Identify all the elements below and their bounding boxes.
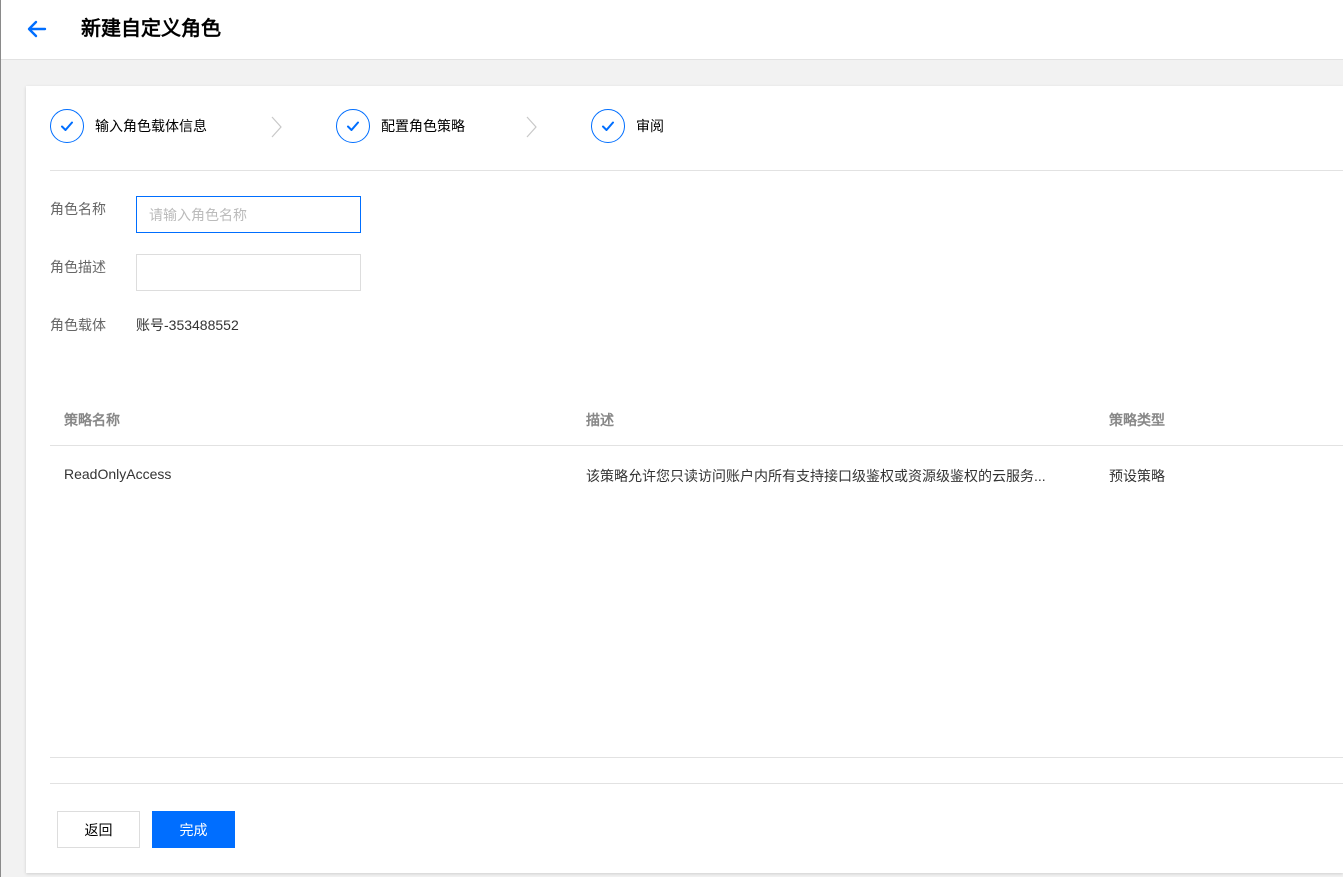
step-1-label: 输入角色载体信息: [95, 118, 207, 134]
step-2-label: 配置角色策略: [381, 118, 465, 134]
step-3-label: 审阅: [636, 118, 664, 134]
check-icon: [50, 109, 84, 143]
role-carrier-value: 账号-353488552: [136, 317, 239, 333]
page-title: 新建自定义角色: [81, 18, 221, 40]
column-header-policy-type: 策略类型: [1109, 412, 1165, 428]
check-icon: [591, 109, 625, 143]
page-header: 新建自定义角色: [1, 0, 1343, 60]
role-name-input[interactable]: [136, 196, 361, 233]
chevron-right-icon: [269, 116, 283, 138]
role-desc-input[interactable]: [136, 254, 361, 291]
window-left-border: [0, 0, 1, 877]
step-2: 配置角色策略: [336, 108, 465, 144]
divider: [50, 170, 1343, 171]
column-header-policy-name: 策略名称: [64, 412, 120, 428]
step-indicator: 输入角色载体信息 配置角色策略 审阅: [50, 108, 1250, 144]
column-header-description: 描述: [586, 412, 614, 428]
divider: [50, 783, 1343, 784]
arrow-left-icon[interactable]: [25, 17, 49, 41]
check-icon: [336, 109, 370, 143]
divider: [50, 757, 1343, 758]
role-name-label: 角色名称: [50, 201, 106, 217]
policy-name-cell: ReadOnlyAccess: [64, 466, 172, 482]
step-3: 审阅: [591, 108, 664, 144]
role-carrier-label: 角色载体: [50, 317, 106, 333]
chevron-right-icon: [524, 116, 538, 138]
role-desc-label: 角色描述: [50, 259, 106, 275]
step-1: 输入角色载体信息: [50, 108, 207, 144]
table-header-divider: [50, 445, 1343, 446]
policy-type-cell: 预设策略: [1109, 468, 1165, 484]
done-button[interactable]: 完成: [152, 811, 235, 848]
policy-description-cell: 该策略允许您只读访问账户内所有支持接口级鉴权或资源级鉴权的云服务...: [586, 468, 1046, 484]
main-card: 输入角色载体信息 配置角色策略 审阅 角色名称 角色描述 角色载体 账号-353…: [26, 86, 1343, 873]
back-button[interactable]: 返回: [57, 811, 140, 848]
